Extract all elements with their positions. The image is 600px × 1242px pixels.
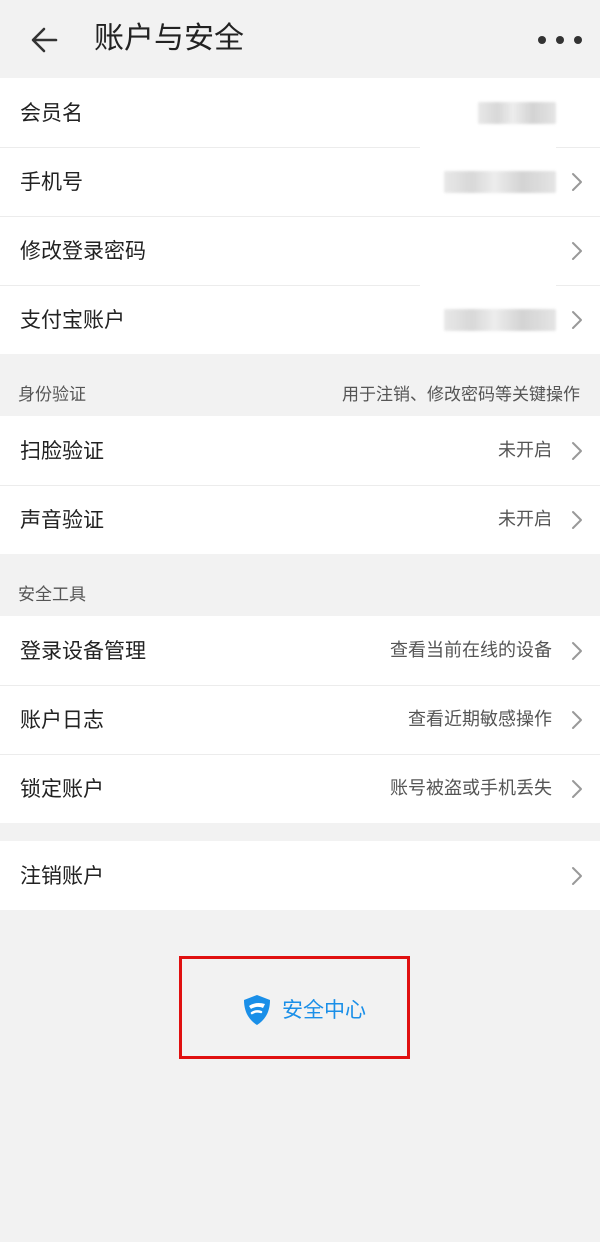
phone-row[interactable]: 手机号	[0, 147, 600, 216]
cancel-account-row[interactable]: 注销账户	[0, 841, 600, 910]
chevron-right-icon	[572, 867, 582, 885]
chevron-right-icon	[572, 711, 582, 729]
account-group: 会员名 手机号 修改登录密码 支付宝账户	[0, 78, 600, 354]
row-label: 登录设备管理	[20, 638, 146, 663]
section-note: 用于注销、修改密码等关键操作	[342, 385, 580, 405]
more-dots-icon	[538, 36, 546, 44]
row-value: 查看近期敏感操作	[408, 708, 552, 730]
row-value: 未开启	[498, 439, 552, 461]
identity-group: 扫脸验证 未开启 声音验证 未开启	[0, 416, 600, 554]
row-label: 修改登录密码	[20, 238, 146, 263]
back-button[interactable]	[26, 22, 66, 58]
row-label: 锁定账户	[20, 776, 104, 801]
chevron-right-icon	[572, 311, 582, 329]
identity-section-header: 身份验证 用于注销、修改密码等关键操作	[0, 354, 600, 416]
chevron-right-icon	[572, 173, 582, 191]
row-label: 支付宝账户	[20, 307, 125, 332]
row-label: 会员名	[20, 100, 83, 125]
chevron-right-icon	[572, 780, 582, 798]
redacted-value	[444, 309, 556, 331]
security-center-link[interactable]: 安全中心	[240, 993, 366, 1027]
section-title: 身份验证	[18, 385, 86, 405]
redacted-value	[444, 171, 556, 193]
page-title: 账户与安全	[94, 21, 244, 56]
more-dot	[574, 36, 582, 44]
back-arrow-icon	[31, 27, 58, 53]
row-label: 声音验证	[20, 507, 104, 532]
row-label: 扫脸验证	[20, 438, 104, 463]
row-label: 账户日志	[20, 707, 104, 732]
cancel-group: 注销账户	[0, 841, 600, 910]
security-center-label: 安全中心	[282, 998, 366, 1022]
tools-group: 登录设备管理 查看当前在线的设备 账户日志 查看近期敏感操作 锁定账户 账号被盗…	[0, 616, 600, 823]
face-verification-row[interactable]: 扫脸验证 未开启	[0, 416, 600, 485]
shield-icon	[244, 995, 270, 1025]
redacted-value	[478, 102, 556, 124]
chevron-right-icon	[572, 642, 582, 660]
more-button[interactable]	[538, 26, 582, 54]
device-management-row[interactable]: 登录设备管理 查看当前在线的设备	[0, 616, 600, 685]
member-name-row[interactable]: 会员名	[0, 78, 600, 147]
section-title: 安全工具	[18, 585, 86, 605]
voice-verification-row[interactable]: 声音验证 未开启	[0, 485, 600, 554]
chevron-right-icon	[572, 511, 582, 529]
top-bar: 账户与安全	[0, 0, 600, 78]
chevron-right-icon	[572, 442, 582, 460]
row-value: 未开启	[498, 508, 552, 530]
security-center-highlight: 安全中心	[179, 956, 410, 1059]
alipay-account-row[interactable]: 支付宝账户	[0, 285, 600, 354]
row-label: 手机号	[20, 169, 83, 194]
row-value: 查看当前在线的设备	[390, 639, 552, 661]
lock-account-row[interactable]: 锁定账户 账号被盗或手机丢失	[0, 754, 600, 823]
chevron-right-icon	[572, 242, 582, 260]
spacer	[0, 823, 600, 841]
change-password-row[interactable]: 修改登录密码	[0, 216, 600, 285]
account-log-row[interactable]: 账户日志 查看近期敏感操作	[0, 685, 600, 754]
row-label: 注销账户	[20, 863, 104, 888]
row-value: 账号被盗或手机丢失	[390, 777, 552, 799]
more-dot	[556, 36, 564, 44]
tools-section-header: 安全工具	[0, 554, 600, 616]
